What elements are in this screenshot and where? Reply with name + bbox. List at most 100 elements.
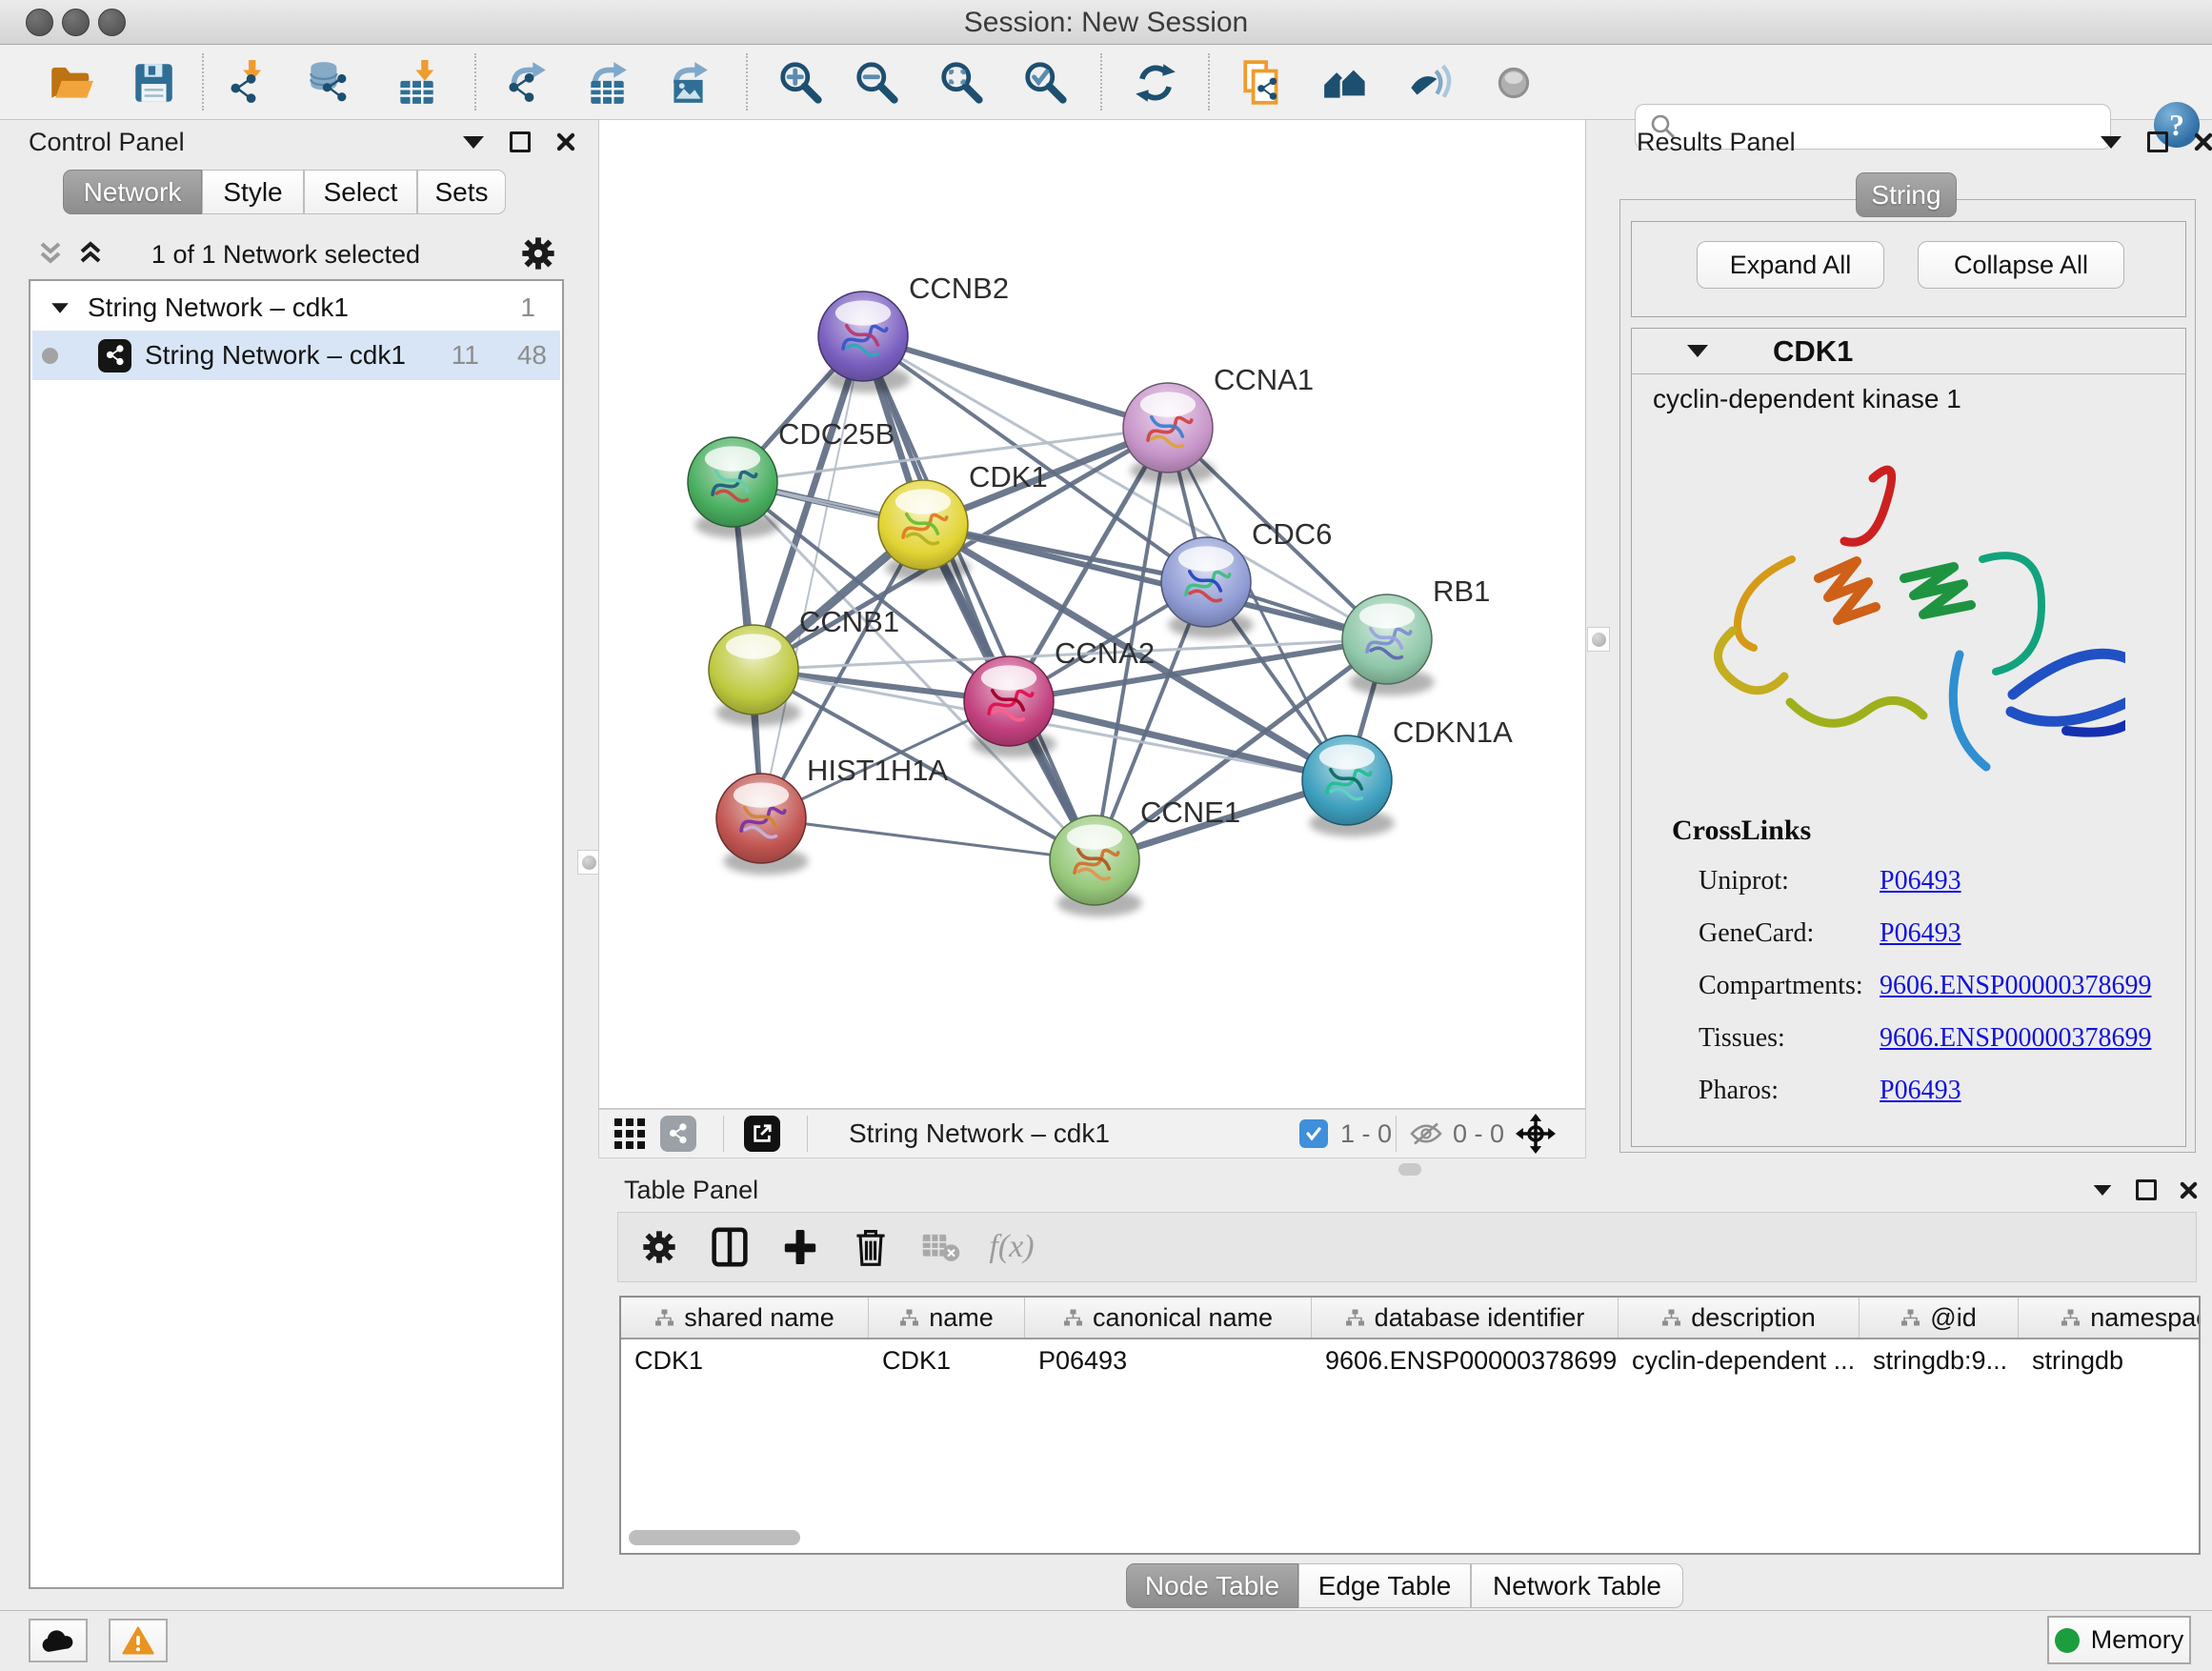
- left-splitter-handle[interactable]: [577, 850, 600, 875]
- tab-style[interactable]: Style: [202, 170, 304, 214]
- network-edge[interactable]: [761, 818, 1095, 860]
- gene-symbol: CDK1: [1773, 334, 1853, 369]
- export-network-button[interactable]: [495, 56, 556, 110]
- birdseye-toggle-button[interactable]: [1516, 1110, 1556, 1158]
- crosslinks-title: CrossLinks: [1672, 815, 1811, 847]
- node-gloss: [1067, 824, 1122, 849]
- node-gloss: [1178, 546, 1234, 571]
- selected-checkbox[interactable]: [1299, 1110, 1328, 1158]
- duplicate-network-button[interactable]: [1233, 56, 1294, 110]
- delete-table-button[interactable]: [906, 1218, 976, 1276]
- node-table: shared namenamecanonical namedatabase id…: [619, 1296, 2201, 1555]
- crosslink-value[interactable]: P06493: [1880, 866, 1961, 896]
- gear-icon[interactable]: [519, 234, 557, 272]
- column-type-icon: [1063, 1309, 1083, 1327]
- birdseye-button[interactable]: [1484, 56, 1545, 110]
- crosslink-value[interactable]: P06493: [1880, 1076, 1961, 1106]
- float-panel-icon[interactable]: [510, 131, 531, 152]
- table-settings-button[interactable]: [624, 1218, 694, 1276]
- float-panel-icon[interactable]: [2136, 1179, 2157, 1200]
- zoom-fit-button[interactable]: [932, 56, 993, 110]
- column-header-name[interactable]: name: [869, 1298, 1025, 1338]
- function-builder-button[interactable]: f(x): [976, 1218, 1047, 1276]
- grid-icon: [613, 1117, 647, 1151]
- collapse-all-icon[interactable]: [36, 238, 65, 269]
- tree-expander-icon[interactable]: [51, 303, 69, 312]
- close-panel-icon[interactable]: [556, 132, 575, 151]
- column-header-description[interactable]: description: [1619, 1298, 1860, 1338]
- crosslink-value[interactable]: P06493: [1880, 918, 1961, 949]
- network-node-RB1[interactable]: RB1: [1342, 574, 1490, 695]
- column-header-shared-name[interactable]: shared name: [621, 1298, 869, 1338]
- column-header-canonical-name[interactable]: canonical name: [1025, 1298, 1312, 1338]
- float-panel-icon[interactable]: [2147, 131, 2168, 152]
- column-header-database-identifier[interactable]: database identifier: [1312, 1298, 1619, 1338]
- open-file-button[interactable]: [40, 56, 101, 110]
- tab-select[interactable]: Select: [304, 170, 417, 214]
- open-in-window-button[interactable]: [744, 1110, 780, 1158]
- panel-menu-icon[interactable]: [2094, 1184, 2112, 1195]
- import-network-button[interactable]: [216, 56, 277, 110]
- column-header-@id[interactable]: @id: [1860, 1298, 2019, 1338]
- import-database-button[interactable]: [297, 56, 358, 110]
- panel-menu-icon[interactable]: [2101, 136, 2122, 149]
- node-gloss: [981, 665, 1036, 690]
- title-bar: Session: New Session: [0, 0, 2212, 45]
- table-row[interactable]: CDK1CDK1P064939606.ENSP00000378699cyclin…: [621, 1339, 2201, 1381]
- section-expander-icon[interactable]: [1687, 345, 1708, 357]
- hide-graphics-details-icon: [1404, 59, 1452, 107]
- expand-all-button[interactable]: Expand All: [1697, 241, 1884, 289]
- panel-menu-icon[interactable]: [463, 136, 484, 149]
- tab-node-table[interactable]: Node Table: [1126, 1563, 1298, 1608]
- refresh-button[interactable]: [1125, 56, 1186, 110]
- zoom-out-button[interactable]: [847, 56, 908, 110]
- tab-string[interactable]: String: [1856, 172, 1957, 217]
- network-edge[interactable]: [761, 336, 863, 818]
- show-columns-button[interactable]: [694, 1218, 765, 1276]
- node-label: HIST1H1A: [807, 754, 948, 787]
- horizontal-splitter-handle[interactable]: [1398, 1163, 1421, 1176]
- right-splitter-handle[interactable]: [1587, 627, 1610, 652]
- export-image-button[interactable]: [657, 56, 718, 110]
- close-panel-icon[interactable]: [2180, 1181, 2198, 1199]
- column-header-namespace[interactable]: namespace: [2019, 1298, 2201, 1338]
- delete-column-button[interactable]: [835, 1218, 906, 1276]
- network-edge[interactable]: [1009, 701, 1347, 780]
- network-canvas[interactable]: CCNB2CCNA1CDC25BCDK1CDC6RB1CCNB1CCNA2CDK…: [598, 119, 1586, 1109]
- grid-view-button[interactable]: [613, 1110, 647, 1158]
- network-node-CDKN1A[interactable]: CDKN1A: [1302, 715, 1513, 836]
- network-style-button[interactable]: [660, 1110, 696, 1158]
- tab-sets[interactable]: Sets: [417, 170, 506, 214]
- toolbar-separator: [746, 53, 748, 111]
- network-node-HIST1H1A[interactable]: HIST1H1A: [716, 754, 948, 875]
- table-horizontal-scrollbar[interactable]: [625, 1528, 2193, 1547]
- save-session-button[interactable]: [123, 56, 184, 110]
- crosslink-label: Tissues:: [1699, 1023, 1880, 1054]
- network-row[interactable]: String Network – cdk1 11 48: [32, 331, 560, 380]
- crosslink-value[interactable]: 9606.ENSP00000378699: [1880, 1023, 2151, 1054]
- network-node-CCNE1[interactable]: CCNE1: [1050, 795, 1240, 916]
- import-table-button[interactable]: [386, 56, 447, 110]
- gene-section-header[interactable]: CDK1: [1632, 329, 2185, 374]
- collapse-all-button[interactable]: Collapse All: [1918, 241, 2124, 289]
- network-node-CDC25B[interactable]: CDC25B: [688, 417, 895, 538]
- zoom-in-button[interactable]: [771, 56, 832, 110]
- network-collection-row[interactable]: String Network – cdk1 1: [50, 285, 545, 331]
- export-table-button[interactable]: [576, 56, 637, 110]
- hidden-items-icon: [1409, 1110, 1443, 1158]
- network-node-CCNA1[interactable]: CCNA1: [1123, 363, 1314, 484]
- tab-network[interactable]: Network: [63, 170, 202, 214]
- memory-button[interactable]: Memory: [2047, 1616, 2191, 1664]
- crosslink-value[interactable]: 9606.ENSP00000378699: [1880, 971, 2151, 1001]
- home-button[interactable]: [1315, 56, 1376, 110]
- close-panel-icon[interactable]: [2194, 132, 2212, 151]
- add-column-button[interactable]: [765, 1218, 835, 1276]
- zoom-selected-button[interactable]: [1016, 56, 1076, 110]
- tab-edge-table[interactable]: Edge Table: [1298, 1563, 1471, 1608]
- warnings-button[interactable]: [109, 1619, 168, 1662]
- hide-graphics-details-button[interactable]: [1398, 56, 1458, 110]
- expand-all-icon[interactable]: [76, 238, 105, 269]
- network-node-CDK1[interactable]: CDK1: [878, 460, 1048, 581]
- tab-network-table[interactable]: Network Table: [1471, 1563, 1683, 1608]
- cloud-status-button[interactable]: [29, 1619, 88, 1662]
